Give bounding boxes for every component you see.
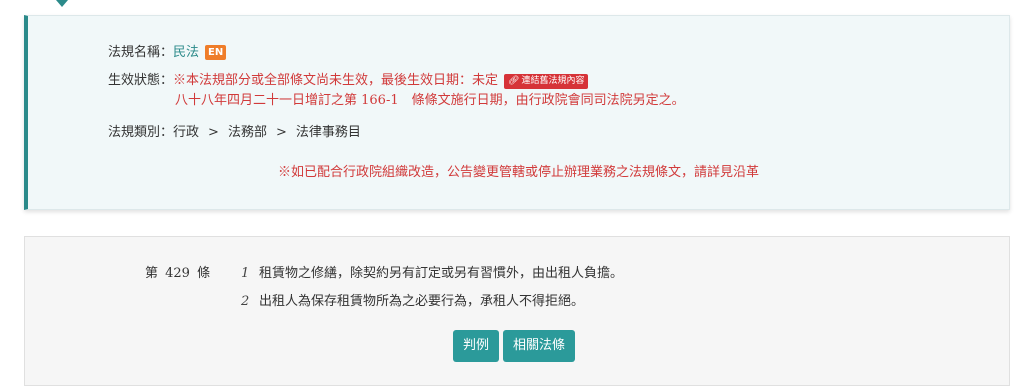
en-version-badge[interactable]: EN (205, 45, 227, 60)
status-label: 生效狀態： (108, 73, 174, 88)
paragraph-text: 租賃物之修繕，除契約另有訂定或另有習慣外，由出租人負擔。 (259, 266, 624, 281)
old-content-label: 連結舊法規內容 (521, 76, 585, 86)
judgments-button[interactable]: 判例 (453, 330, 500, 362)
category-separator: > (275, 125, 287, 140)
article-paragraph: 2 出租人為保存租賃物所為之必要行為，承租人不得拒絕。 (241, 293, 584, 311)
law-name-link[interactable]: 民法 (173, 45, 199, 60)
article-panel: 第 429 條 1 租賃物之修繕，除契約另有訂定或另有習慣外，由出租人負擔。 2出… (24, 236, 1010, 386)
article-actions: 判例 相關法條 (453, 330, 576, 362)
reorg-notice: ※如已配合行政院組織改造，公告變更管轄或停止辦理業務之法規條文，請詳見沿革 (277, 165, 759, 180)
old-content-link-button[interactable]: 🔗︎ 連結舊法規內容 (504, 74, 589, 89)
paragraph-number: 2 (241, 294, 250, 309)
paragraph-text: 出租人為保存租賃物所為之必要行為，承租人不得拒絕。 (259, 294, 585, 309)
status-row: 生效狀態：※本法規部分或全部條文尚未生效，最後生效日期：未定 🔗︎ 連結舊法規內容 (108, 72, 589, 90)
article-paragraph: 1 租賃物之修繕，除契約另有訂定或另有習慣外，由出租人負擔。 (241, 265, 623, 283)
law-info-panel: 法規名稱：民法 EN 生效狀態：※本法規部分或全部條文尚未生效，最後生效日期：未定… (24, 15, 1010, 210)
category-label: 法規類別： (108, 125, 174, 140)
status-text: ※本法規部分或全部條文尚未生效，最後生效日期：未定 (173, 73, 499, 88)
category-item: 行政 (173, 125, 200, 140)
category-item: 法律事務目 (295, 125, 361, 140)
category-row: 法規類別：行政 > 法務部 > 法律事務目 (108, 124, 361, 142)
related-laws-button[interactable]: 相關法條 (503, 330, 576, 362)
article-number: 第 429 條 (145, 266, 211, 281)
top-caret-icon (56, 0, 68, 7)
category-separator: > (208, 125, 219, 140)
law-name-label: 法規名稱： (108, 45, 174, 60)
paragraph-number: 1 (241, 266, 250, 281)
category-item: 法務部 (227, 125, 267, 140)
status-detail: 八十八年四月二十一日增訂之第 166-1 條條文施行日期，由行政院會同司法院另定… (175, 93, 685, 108)
link-icon: 🔗︎ (508, 76, 520, 86)
law-name-row: 法規名稱：民法 EN (108, 44, 227, 62)
